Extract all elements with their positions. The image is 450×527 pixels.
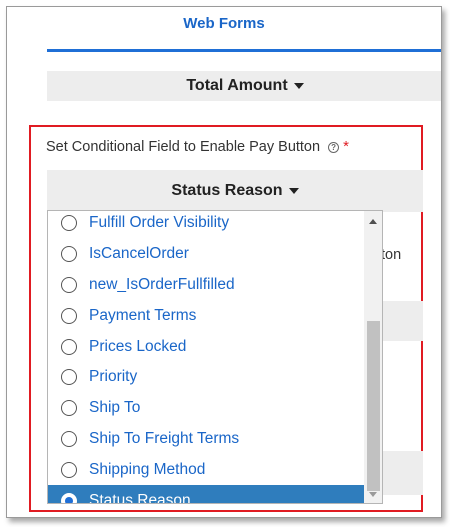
tab-active-indicator	[47, 49, 441, 52]
option-label: Shipping Method	[89, 460, 206, 478]
option-label: Fulfill Order Visibility	[89, 214, 230, 232]
option-label: Payment Terms	[89, 306, 197, 324]
option-label: IsCancelOrder	[89, 245, 189, 263]
radio-button[interactable]	[61, 215, 77, 232]
required-asterisk: *	[343, 138, 349, 155]
list-item[interactable]: IsCancelOrder	[48, 239, 364, 270]
total-amount-label: Total Amount	[186, 77, 288, 94]
list-item[interactable]: Priority	[48, 362, 364, 393]
list-item[interactable]: Shipping Method	[48, 454, 364, 485]
radio-button[interactable]	[61, 369, 77, 386]
help-circle-icon[interactable]: ?	[328, 142, 340, 153]
list-item-selected[interactable]: Status Reason	[48, 485, 364, 504]
status-reason-label: Status Reason	[171, 182, 283, 199]
list-item[interactable]: Prices Locked	[48, 331, 364, 362]
radio-button[interactable]	[61, 338, 77, 355]
option-label: Status Reason	[89, 491, 191, 504]
option-label: new_IsOrderFullfilled	[89, 275, 235, 293]
radio-button[interactable]	[61, 276, 77, 293]
option-label: Prices Locked	[89, 337, 187, 355]
status-reason-dropdown[interactable]: Status Reason	[47, 170, 423, 212]
list-item[interactable]: Ship To Freight Terms	[48, 424, 364, 455]
vertical-scrollbar[interactable]	[364, 211, 382, 503]
radio-button[interactable]	[61, 461, 77, 478]
status-reason-options-list[interactable]: Fulfill Order Visibility IsCancelOrder n…	[47, 210, 383, 504]
radio-button[interactable]	[61, 246, 77, 263]
radio-button[interactable]	[61, 307, 77, 324]
scroll-up-icon[interactable]	[369, 219, 377, 224]
scroll-down-icon[interactable]	[369, 492, 377, 497]
scrollbar-thumb[interactable]	[367, 321, 380, 491]
option-label: Ship To	[89, 399, 141, 417]
list-item[interactable]: new_IsOrderFullfilled	[48, 270, 364, 301]
option-label: Ship To Freight Terms	[89, 429, 240, 447]
radio-button[interactable]	[61, 430, 77, 447]
tab-web-forms[interactable]: Web Forms	[7, 15, 441, 32]
caret-down-icon	[293, 83, 304, 89]
caret-down-icon	[288, 188, 299, 194]
total-amount-dropdown[interactable]: Total Amount	[47, 71, 441, 101]
conditional-field-text: Set Conditional Field to Enable Pay Butt…	[46, 139, 321, 155]
web-forms-panel: Web Forms Total Amount Set Conditional F…	[6, 6, 442, 518]
list-item[interactable]: Ship To	[48, 393, 364, 424]
conditional-field-label: Set Conditional Field to Enable Pay Butt…	[46, 138, 349, 155]
radio-button[interactable]	[61, 400, 77, 417]
list-item[interactable]: Fulfill Order Visibility	[48, 211, 364, 239]
list-item[interactable]: Payment Terms	[48, 300, 364, 331]
option-label: Priority	[89, 368, 138, 386]
radio-button-checked[interactable]	[61, 492, 77, 503]
